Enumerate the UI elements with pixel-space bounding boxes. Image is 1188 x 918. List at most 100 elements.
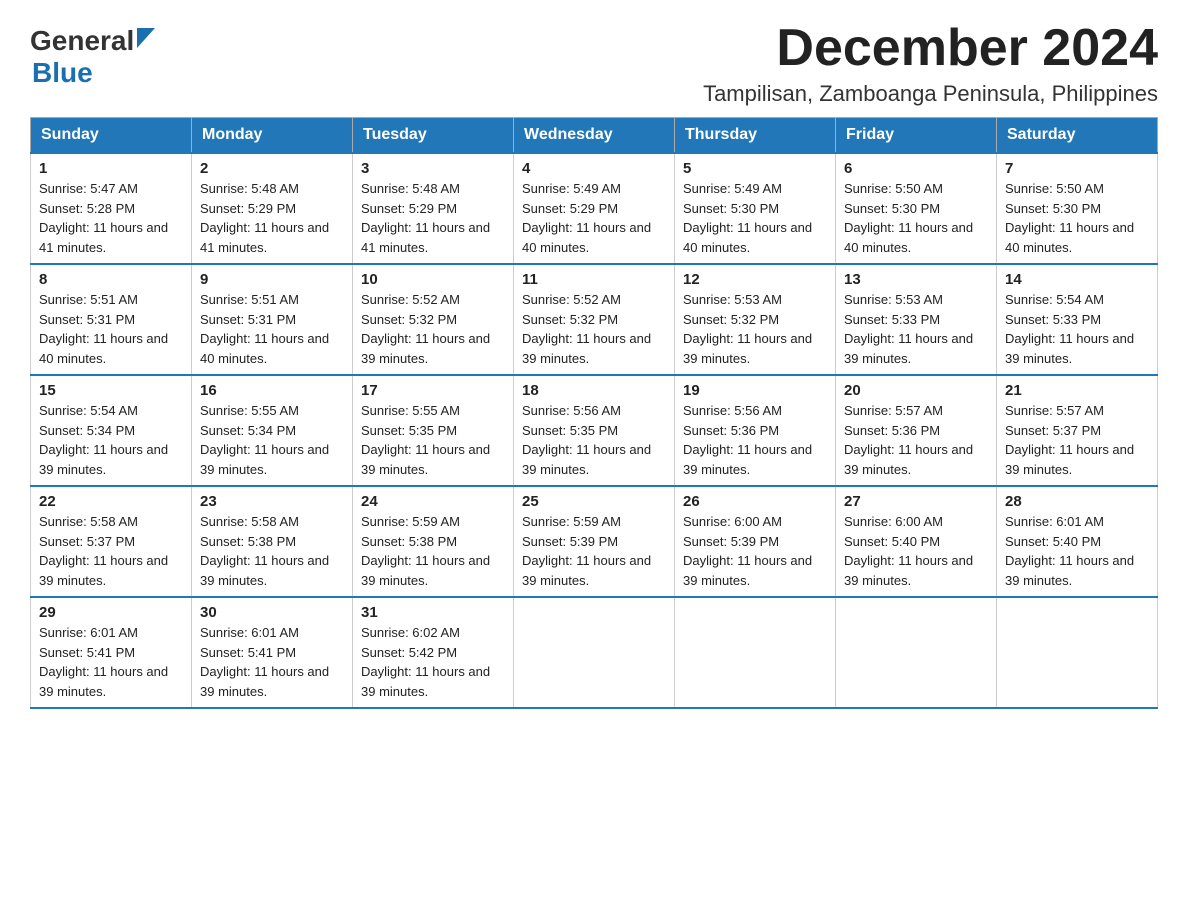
day-number: 25	[522, 493, 666, 510]
day-info: Sunrise: 5:57 AMSunset: 5:36 PMDaylight:…	[844, 401, 988, 479]
day-info: Sunrise: 6:01 AMSunset: 5:40 PMDaylight:…	[1005, 512, 1149, 590]
table-row: 15 Sunrise: 5:54 AMSunset: 5:34 PMDayligh…	[31, 375, 192, 486]
table-row: 20Sunrise: 5:57 AMSunset: 5:36 PMDayligh…	[836, 375, 997, 486]
day-number: 9	[200, 271, 344, 288]
day-number: 3	[361, 160, 505, 177]
table-row: 13Sunrise: 5:53 AMSunset: 5:33 PMDayligh…	[836, 264, 997, 375]
table-row: 24 Sunrise: 5:59 AMSunset: 5:38 PMDayligh…	[353, 486, 514, 597]
table-row: 2 Sunrise: 5:48 AMSunset: 5:29 PMDaylight…	[192, 153, 353, 264]
day-info: Sunrise: 5:59 AMSunset: 5:38 PMDaylight:…	[361, 512, 505, 590]
day-number: 2	[200, 160, 344, 177]
table-row: 22 Sunrise: 5:58 AMSunset: 5:37 PMDayligh…	[31, 486, 192, 597]
day-number: 11	[522, 271, 666, 288]
table-row: 5 Sunrise: 5:49 AMSunset: 5:30 PMDaylight…	[675, 153, 836, 264]
table-row: 6Sunrise: 5:50 AMSunset: 5:30 PMDaylight…	[836, 153, 997, 264]
table-row: 1 Sunrise: 5:47 AMSunset: 5:28 PMDaylight…	[31, 153, 192, 264]
day-info: Sunrise: 5:51 AMSunset: 5:31 PMDaylight:…	[39, 290, 183, 368]
day-number: 16	[200, 382, 344, 399]
day-info: Sunrise: 5:58 AMSunset: 5:38 PMDaylight:…	[200, 512, 344, 590]
day-number: 27	[844, 493, 988, 510]
day-number: 1	[39, 160, 183, 177]
day-info: Sunrise: 6:02 AMSunset: 5:42 PMDaylight:…	[361, 623, 505, 701]
day-info: Sunrise: 5:48 AMSunset: 5:29 PMDaylight:…	[200, 179, 344, 257]
day-number: 10	[361, 271, 505, 288]
table-row: 31 Sunrise: 6:02 AMSunset: 5:42 PMDayligh…	[353, 597, 514, 708]
calendar-week-1: 1 Sunrise: 5:47 AMSunset: 5:28 PMDaylight…	[31, 153, 1158, 264]
day-number: 28	[1005, 493, 1149, 510]
day-info: Sunrise: 6:00 AMSunset: 5:39 PMDaylight:…	[683, 512, 827, 590]
day-info: Sunrise: 5:54 AMSunset: 5:34 PMDaylight:…	[39, 401, 183, 479]
day-info: Sunrise: 5:49 AMSunset: 5:29 PMDaylight:…	[522, 179, 666, 257]
day-number: 5	[683, 160, 827, 177]
table-row: 10 Sunrise: 5:52 AMSunset: 5:32 PMDayligh…	[353, 264, 514, 375]
day-info: Sunrise: 6:00 AMSunset: 5:40 PMDaylight:…	[844, 512, 988, 590]
day-info: Sunrise: 5:48 AMSunset: 5:29 PMDaylight:…	[361, 179, 505, 257]
day-number: 12	[683, 271, 827, 288]
table-row: 3 Sunrise: 5:48 AMSunset: 5:29 PMDaylight…	[353, 153, 514, 264]
day-number: 15	[39, 382, 183, 399]
calendar-week-4: 22 Sunrise: 5:58 AMSunset: 5:37 PMDayligh…	[31, 486, 1158, 597]
table-row: 28 Sunrise: 6:01 AMSunset: 5:40 PMDayligh…	[997, 486, 1158, 597]
table-row: 14 Sunrise: 5:54 AMSunset: 5:33 PMDayligh…	[997, 264, 1158, 375]
day-info: Sunrise: 5:47 AMSunset: 5:28 PMDaylight:…	[39, 179, 183, 257]
day-number: 24	[361, 493, 505, 510]
day-number: 22	[39, 493, 183, 510]
table-row: 29Sunrise: 6:01 AMSunset: 5:41 PMDayligh…	[31, 597, 192, 708]
table-row: 19 Sunrise: 5:56 AMSunset: 5:36 PMDayligh…	[675, 375, 836, 486]
day-info: Sunrise: 5:56 AMSunset: 5:36 PMDaylight:…	[683, 401, 827, 479]
day-info: Sunrise: 5:52 AMSunset: 5:32 PMDaylight:…	[361, 290, 505, 368]
table-row: 18Sunrise: 5:56 AMSunset: 5:35 PMDayligh…	[514, 375, 675, 486]
table-row	[514, 597, 675, 708]
table-row: 16 Sunrise: 5:55 AMSunset: 5:34 PMDayligh…	[192, 375, 353, 486]
day-info: Sunrise: 5:58 AMSunset: 5:37 PMDaylight:…	[39, 512, 183, 590]
day-info: Sunrise: 6:01 AMSunset: 5:41 PMDaylight:…	[200, 623, 344, 701]
table-row: 8Sunrise: 5:51 AMSunset: 5:31 PMDaylight…	[31, 264, 192, 375]
day-info: Sunrise: 5:53 AMSunset: 5:32 PMDaylight:…	[683, 290, 827, 368]
table-row: 12 Sunrise: 5:53 AMSunset: 5:32 PMDayligh…	[675, 264, 836, 375]
table-row	[836, 597, 997, 708]
day-number: 4	[522, 160, 666, 177]
month-year-title: December 2024	[703, 20, 1158, 77]
header-tuesday: Tuesday	[353, 118, 514, 154]
day-info: Sunrise: 5:56 AMSunset: 5:35 PMDaylight:…	[522, 401, 666, 479]
day-number: 7	[1005, 160, 1149, 177]
calendar-week-5: 29Sunrise: 6:01 AMSunset: 5:41 PMDayligh…	[31, 597, 1158, 708]
day-info: Sunrise: 5:55 AMSunset: 5:35 PMDaylight:…	[361, 401, 505, 479]
table-row: 23 Sunrise: 5:58 AMSunset: 5:38 PMDayligh…	[192, 486, 353, 597]
day-number: 26	[683, 493, 827, 510]
day-info: Sunrise: 5:50 AMSunset: 5:30 PMDaylight:…	[844, 179, 988, 257]
logo-general-text: General	[30, 25, 134, 57]
page-header: General Blue December 2024 Tampilisan, Z…	[30, 20, 1158, 107]
header-friday: Friday	[836, 118, 997, 154]
calendar-table: Sunday Monday Tuesday Wednesday Thursday…	[30, 117, 1158, 709]
day-number: 14	[1005, 271, 1149, 288]
table-row: 25 Sunrise: 5:59 AMSunset: 5:39 PMDayligh…	[514, 486, 675, 597]
header-saturday: Saturday	[997, 118, 1158, 154]
day-number: 23	[200, 493, 344, 510]
day-info: Sunrise: 5:54 AMSunset: 5:33 PMDaylight:…	[1005, 290, 1149, 368]
logo: General Blue	[30, 20, 153, 89]
day-number: 17	[361, 382, 505, 399]
day-info: Sunrise: 5:49 AMSunset: 5:30 PMDaylight:…	[683, 179, 827, 257]
table-row: 7 Sunrise: 5:50 AMSunset: 5:30 PMDaylight…	[997, 153, 1158, 264]
day-info: Sunrise: 5:57 AMSunset: 5:37 PMDaylight:…	[1005, 401, 1149, 479]
day-number: 13	[844, 271, 988, 288]
day-number: 21	[1005, 382, 1149, 399]
title-section: December 2024 Tampilisan, Zamboanga Peni…	[703, 20, 1158, 107]
day-info: Sunrise: 5:55 AMSunset: 5:34 PMDaylight:…	[200, 401, 344, 479]
logo-triangle-icon	[137, 28, 155, 48]
day-number: 31	[361, 604, 505, 621]
calendar-header-row: Sunday Monday Tuesday Wednesday Thursday…	[31, 118, 1158, 154]
day-info: Sunrise: 5:50 AMSunset: 5:30 PMDaylight:…	[1005, 179, 1149, 257]
day-info: Sunrise: 5:59 AMSunset: 5:39 PMDaylight:…	[522, 512, 666, 590]
table-row: 30Sunrise: 6:01 AMSunset: 5:41 PMDayligh…	[192, 597, 353, 708]
table-row: 27 Sunrise: 6:00 AMSunset: 5:40 PMDayligh…	[836, 486, 997, 597]
day-info: Sunrise: 5:51 AMSunset: 5:31 PMDaylight:…	[200, 290, 344, 368]
table-row: 9 Sunrise: 5:51 AMSunset: 5:31 PMDaylight…	[192, 264, 353, 375]
day-number: 19	[683, 382, 827, 399]
header-monday: Monday	[192, 118, 353, 154]
table-row	[997, 597, 1158, 708]
table-row: 26 Sunrise: 6:00 AMSunset: 5:39 PMDayligh…	[675, 486, 836, 597]
location-subtitle: Tampilisan, Zamboanga Peninsula, Philipp…	[703, 81, 1158, 107]
header-sunday: Sunday	[31, 118, 192, 154]
